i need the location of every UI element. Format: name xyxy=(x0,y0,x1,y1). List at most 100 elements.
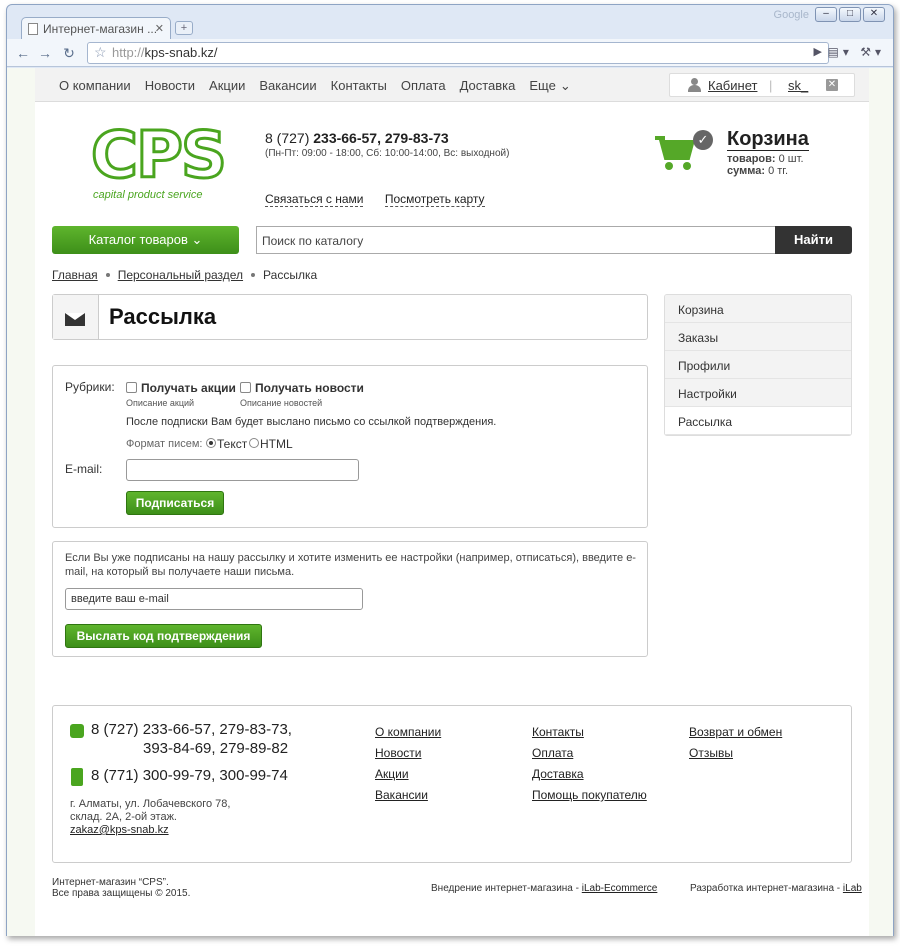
minimize-button[interactable]: – xyxy=(815,7,837,22)
nav-item[interactable]: О компании xyxy=(59,78,131,94)
resend-form: Если Вы уже подписаны на нашу рассылку и… xyxy=(52,541,648,657)
close-tab-icon[interactable]: ✕ xyxy=(155,22,164,35)
footer-link[interactable]: Новости xyxy=(375,743,441,764)
top-navigation: О компании Новости Акции Вакансии Контакты Оп… xyxy=(35,68,869,102)
nav-item[interactable]: Акции xyxy=(209,78,245,94)
footer-email-link[interactable]: zakaz@kps-snab.kz xyxy=(70,824,230,837)
site-logo[interactable]: CPS capital product service xyxy=(90,123,229,205)
footer-link[interactable]: Отзывы xyxy=(689,743,782,764)
search-button[interactable]: Найти xyxy=(775,226,852,254)
news-option-desc: Описание новостей xyxy=(240,398,323,408)
view-map-link[interactable]: Посмотреть карту xyxy=(384,192,485,207)
search-input[interactable]: Поиск по каталогу xyxy=(256,226,775,254)
sidebar-item-subscription[interactable]: Рассылка xyxy=(665,407,851,435)
logo-tagline: capital product service xyxy=(93,189,203,201)
sidebar-item-cart[interactable]: Корзина xyxy=(665,295,851,323)
nav-item[interactable]: Еще xyxy=(529,78,555,94)
format-label: Формат писем: xyxy=(126,438,203,450)
ilab-ecommerce-link[interactable]: iLab-Ecommerce xyxy=(582,883,658,894)
logout-icon[interactable]: ✕ xyxy=(826,79,838,91)
format-html-label: HTML xyxy=(260,437,293,451)
cabinet-link[interactable]: Кабинет xyxy=(708,78,757,93)
news-checkbox[interactable] xyxy=(240,382,251,393)
footer-link[interactable]: Доставка xyxy=(532,764,647,785)
format-html-radio[interactable] xyxy=(249,438,259,448)
close-window-button[interactable]: ✕ xyxy=(863,7,885,22)
ilab-link[interactable]: iLab xyxy=(843,883,862,894)
cart-icon[interactable]: ✓ xyxy=(655,128,715,176)
go-icon[interactable]: ▶ xyxy=(814,45,822,58)
cart-link[interactable]: Корзина xyxy=(727,128,809,151)
nav-item[interactable]: Оплата xyxy=(401,78,446,94)
sidebar-item-orders[interactable]: Заказы xyxy=(665,323,851,351)
cabinet-box: Кабинет | sk_ ✕ xyxy=(669,73,855,97)
header-phone: 8 (727) 233-66-57, 279-83-73 xyxy=(265,130,449,146)
news-option-label: Получать новости xyxy=(255,381,364,395)
title-bar: Интернет-магазин ... ✕ + Google – □ ✕ xyxy=(7,5,893,41)
footer-link[interactable]: Акции xyxy=(375,764,441,785)
nav-item[interactable]: Доставка xyxy=(460,78,516,94)
breadcrumb: Главная Персональный раздел Рассылка xyxy=(52,268,317,282)
page-content: О компании Новости Акции Вакансии Контакты Оп… xyxy=(35,68,869,936)
page-icon xyxy=(28,23,38,35)
breadcrumb-personal[interactable]: Персональный раздел xyxy=(118,268,243,282)
send-code-button[interactable]: Выслать код подтверждения xyxy=(65,624,262,648)
phone-icon xyxy=(70,724,84,738)
browser-tab[interactable]: Интернет-магазин ... ✕ xyxy=(21,17,171,41)
nav-item[interactable]: Контакты xyxy=(331,78,387,94)
breadcrumb-home[interactable]: Главная xyxy=(52,268,98,282)
nav-item[interactable]: Новости xyxy=(145,78,195,94)
contact-us-link[interactable]: Связаться с нами xyxy=(265,192,364,207)
bookmark-star-icon[interactable]: ☆ xyxy=(94,44,107,61)
rubrics-label: Рубрики: xyxy=(65,380,115,394)
nav-item[interactable]: Вакансии xyxy=(259,78,316,94)
catalog-button[interactable]: Каталог товаров ⌄ xyxy=(52,226,239,254)
promo-option-desc: Описание акций xyxy=(126,398,195,408)
email-label: E-mail: xyxy=(65,462,103,476)
footer-link[interactable]: Возврат и обмен xyxy=(689,722,782,743)
footer-phone-2: 8 (771) 300-99-79, 300-99-74 xyxy=(91,767,288,784)
page-menu-icon[interactable]: ▤▾ ⚒▾ xyxy=(828,45,885,59)
user-icon xyxy=(688,78,701,92)
reload-icon[interactable]: ↻ xyxy=(59,43,79,63)
format-text-label: Текст xyxy=(217,437,248,451)
promo-option-label: Получать акции xyxy=(141,381,236,395)
page-title-box: Рассылка xyxy=(52,294,648,340)
promo-checkbox[interactable] xyxy=(126,382,137,393)
breadcrumb-current: Рассылка xyxy=(263,268,318,282)
url-host: kps-snab.kz/ xyxy=(144,45,218,60)
back-icon[interactable]: ← xyxy=(13,43,33,63)
sidebar-item-profiles[interactable]: Профили xyxy=(665,351,851,379)
confirmation-notice: После подписки Вам будет выслано письмо … xyxy=(126,416,497,428)
development-credit: Разработка интернет-магазина - iLab xyxy=(690,883,862,894)
sidebar-item-settings[interactable]: Настройки xyxy=(665,379,851,407)
chevron-down-icon: ⌄ xyxy=(559,78,571,93)
footer-phone-1: 8 (727) 233-66-57, 279-83-73, xyxy=(91,721,292,738)
new-tab-button[interactable]: + xyxy=(175,21,193,35)
browser-brand: Google xyxy=(773,9,809,21)
forward-icon[interactable]: → xyxy=(35,43,55,63)
footer-link[interactable]: Оплата xyxy=(532,743,647,764)
maximize-button[interactable]: □ xyxy=(839,7,861,22)
subscribe-form: Рубрики: Получать акции Описание акций П… xyxy=(52,365,648,528)
browser-toolbar: ← → ↻ ☆ http://kps-snab.kz/ ▶ ▤▾ ⚒▾ xyxy=(7,39,893,67)
email-field[interactable] xyxy=(126,459,359,481)
chevron-down-icon: ⌄ xyxy=(191,232,203,247)
footer-link[interactable]: Контакты xyxy=(532,722,647,743)
subscribe-button[interactable]: Подписаться xyxy=(126,491,224,515)
envelope-icon xyxy=(53,295,99,339)
footer-link[interactable]: Помощь покупателю xyxy=(532,785,647,806)
footer-link[interactable]: О компании xyxy=(375,722,441,743)
footer-link[interactable]: Вакансии xyxy=(375,785,441,806)
url-protocol: http:// xyxy=(112,45,145,60)
format-text-radio[interactable] xyxy=(206,438,216,448)
username-link[interactable]: sk_ xyxy=(788,78,808,93)
mobile-icon xyxy=(71,768,83,786)
page-title: Рассылка xyxy=(109,304,217,329)
cart-summary: товаров: 0 шт. сумма: 0 тг. xyxy=(727,153,804,177)
resend-email-input[interactable]: введите ваш e-mail xyxy=(65,588,363,610)
logo-text: CPS xyxy=(90,119,229,193)
checkmark-icon: ✓ xyxy=(693,130,713,150)
address-bar[interactable]: ☆ http://kps-snab.kz/ ▶ xyxy=(87,42,829,64)
browser-window: Интернет-магазин ... ✕ + Google – □ ✕ ← … xyxy=(6,4,894,936)
